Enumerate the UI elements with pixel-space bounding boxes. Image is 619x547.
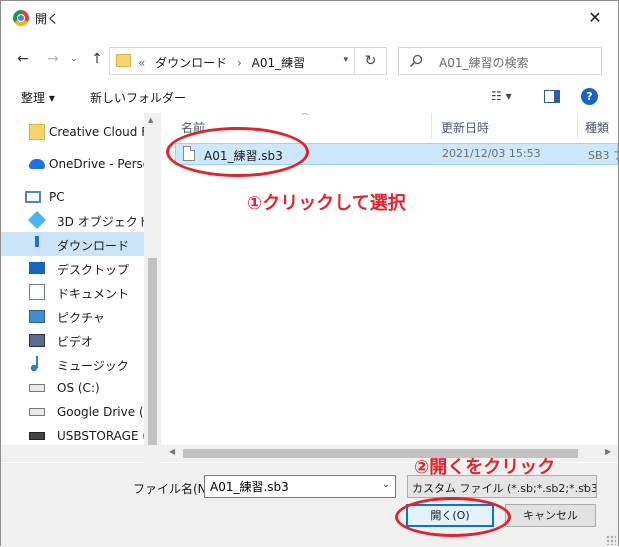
nav-item-label: ピクチャ — [57, 311, 105, 325]
search-box[interactable]: A01_練習の検索 — [398, 47, 602, 75]
nav-item[interactable]: OS (C:) — [1, 376, 144, 400]
filename-input[interactable] — [204, 475, 396, 498]
organize-button[interactable]: 整理 ▾ — [21, 89, 55, 106]
nav-item[interactable]: ミュージック — [1, 352, 144, 376]
nav-item-label: ドキュメント — [57, 287, 130, 301]
column-divider[interactable] — [431, 113, 432, 139]
downloads-icon — [29, 236, 45, 252]
pc-icon — [25, 191, 41, 203]
breadcrumb: « ダウンロード › A01_練習 — [138, 54, 311, 71]
breadcrumb-separator[interactable]: › — [237, 56, 242, 70]
documents-icon — [29, 284, 45, 300]
refresh-button[interactable]: ↻ — [355, 47, 387, 75]
drive-icon — [29, 384, 45, 392]
nav-item-label: OneDrive - Personal — [49, 157, 144, 171]
open-file-dialog: 開く ✕ ← → ⌄ ↑ « ダウンロード › A01_練習 ▾ ↻ A01_練… — [0, 0, 619, 547]
search-placeholder: A01_練習の検索 — [439, 56, 529, 70]
pictures-icon — [29, 310, 45, 323]
change-view-button[interactable]: ☷ ▾ — [491, 89, 512, 103]
nav-item-label: ビデオ — [57, 335, 94, 349]
breadcrumb-a01[interactable]: A01_練習 — [252, 56, 305, 70]
recent-locations-button[interactable]: ⌄ — [67, 47, 81, 71]
usb-drive-icon — [29, 432, 45, 440]
music-icon — [29, 356, 45, 372]
3d-objects-icon — [27, 210, 47, 230]
column-divider[interactable] — [577, 113, 578, 139]
annotation-ellipse-file — [166, 127, 309, 177]
nav-item[interactable]: ピクチャ — [1, 304, 144, 328]
desktop-icon — [29, 262, 45, 274]
scroll-up-icon[interactable]: ▲ — [148, 116, 153, 124]
nav-item-label: ダウンロード — [57, 239, 130, 253]
nav-item[interactable]: OneDrive - Personal — [1, 152, 144, 176]
annotation-ellipse-open — [395, 497, 511, 537]
nav-item-label: USBSTORAGE (¥:) — [57, 429, 144, 443]
annotation-step1: ①クリックして選択 — [247, 193, 406, 214]
breadcrumb-overflow[interactable]: « — [138, 56, 145, 70]
back-button[interactable]: ← — [11, 47, 35, 71]
scrollbar-thumb[interactable] — [148, 258, 157, 448]
breadcrumb-downloads[interactable]: ダウンロード — [155, 56, 227, 70]
cancel-button[interactable]: キャンセル — [505, 504, 596, 527]
videos-icon — [29, 334, 45, 347]
navigation-pane: Creative Cloud Files OneDrive - Personal P… — [1, 113, 161, 465]
nav-item-label: OS (C:) — [57, 381, 100, 395]
folder-icon — [116, 54, 131, 67]
forward-button[interactable]: → — [41, 47, 65, 71]
nav-item-label: ミュージック — [57, 359, 129, 373]
nav-item[interactable]: ビデオ — [1, 328, 144, 352]
nav-item[interactable]: デスクトップ — [1, 256, 144, 280]
nav-item[interactable]: Google Drive (G:) — [1, 400, 144, 424]
help-icon[interactable]: ? — [581, 88, 598, 105]
nav-pane-scrollbar[interactable]: ▲ ▼ — [144, 113, 161, 465]
scroll-left-icon[interactable]: ◀ — [169, 447, 175, 456]
title-bar: 開く ✕ — [1, 1, 618, 35]
annotation-step2: ②開くをクリック — [414, 457, 556, 478]
nav-item-label: デスクトップ — [57, 263, 130, 277]
up-button[interactable]: ↑ — [85, 47, 109, 71]
scroll-right-icon[interactable]: ▶ — [605, 447, 611, 456]
address-bar[interactable]: « ダウンロード › A01_練習 ▾ — [109, 47, 355, 75]
file-type: SB3 ファイル — [588, 149, 618, 162]
nav-item[interactable]: PC — [1, 185, 144, 209]
onedrive-icon — [29, 159, 45, 169]
nav-item-label: Creative Cloud Files — [49, 125, 144, 139]
dialog-title: 開く — [35, 12, 60, 26]
column-header-type[interactable]: 種類 — [585, 119, 609, 136]
close-button[interactable]: ✕ — [578, 5, 612, 31]
navigation-bar: ← → ⌄ ↑ « ダウンロード › A01_練習 ▾ ↻ A01_練習の検索 — [1, 39, 618, 79]
chevron-down-icon[interactable]: ⌄ — [581, 480, 589, 490]
nav-item-label: Google Drive (G:) — [57, 405, 144, 419]
column-header-date[interactable]: 更新日時 — [441, 119, 489, 136]
chevron-down-icon[interactable]: ▾ — [343, 55, 348, 65]
nav-item-label: 3D オブジェクト — [57, 215, 144, 229]
creative-cloud-icon — [29, 124, 45, 140]
sort-up-icon: ^ — [301, 113, 309, 122]
search-icon — [410, 54, 423, 67]
command-bar: 整理 ▾ 新しいフォルダー ☷ ▾ ? — [1, 85, 618, 111]
nav-item[interactable]: 3D オブジェクト — [1, 208, 144, 232]
preview-pane-icon[interactable] — [544, 90, 560, 103]
nav-item[interactable]: Creative Cloud Files — [1, 120, 144, 144]
file-date: 2021/12/03 15:53 — [442, 147, 541, 160]
drive-icon — [29, 408, 45, 416]
resize-grip-icon[interactable] — [606, 535, 616, 545]
nav-item[interactable]: ダウンロード — [1, 232, 144, 256]
nav-item-label: PC — [49, 190, 65, 204]
chrome-icon — [13, 10, 29, 26]
new-folder-button[interactable]: 新しいフォルダー — [90, 89, 186, 106]
chevron-down-icon[interactable]: ⌄ — [382, 480, 390, 490]
nav-item[interactable]: ドキュメント — [1, 280, 144, 304]
